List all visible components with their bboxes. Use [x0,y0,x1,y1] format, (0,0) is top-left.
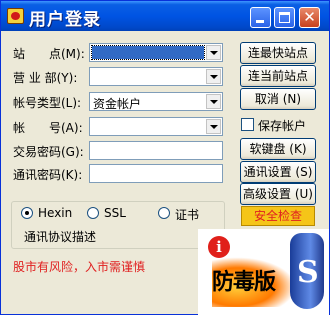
chevron-down-icon[interactable] [206,119,221,134]
branch-select[interactable] [89,67,223,86]
security-check-button[interactable]: 安全检查 [241,206,315,226]
login-window: 用户登录 ✕ 站 点(M): 营 业 部(Y): 帐号类型(L): 帐 号(A)… [0,0,330,315]
radio-cert[interactable] [158,207,170,219]
site-select[interactable] [89,43,223,62]
account-type-value: 资金帐户 [93,97,142,111]
app-logo-icon [7,8,24,24]
site-label: 站 点(M): [13,47,85,61]
connect-fastest-site-button[interactable]: 连最快站点 [240,42,316,64]
maximize-icon [279,12,290,23]
risk-warning: 股市有风险，入市需谨慎 [13,260,146,274]
comm-password-label: 通讯密码(K): [13,168,83,182]
minimize-icon [256,20,264,23]
connect-current-site-button[interactable]: 连当前站点 [240,65,316,87]
window-title: 用户登录 [29,10,101,30]
badge-text: 防毒版 [212,270,276,295]
maximize-button[interactable] [274,7,295,28]
title-bar: 用户登录 ✕ [1,1,329,31]
shield-icon [290,233,324,309]
chevron-down-icon[interactable] [206,45,221,60]
account-type-select[interactable]: 资金帐户 [89,92,223,111]
antivirus-badge: i 防毒版 [198,229,329,315]
close-button[interactable]: ✕ [299,7,320,28]
radio-hexin[interactable] [21,207,33,219]
radio-ssl-label: SSL [104,206,126,220]
branch-label: 营 业 部(Y): [13,71,78,85]
close-icon: ✕ [303,8,316,26]
protocol-description: 通讯协议描述 [24,230,97,244]
minimize-button[interactable] [250,7,271,28]
radio-hexin-label: Hexin [38,206,73,220]
save-account-label: 保存帐户 [258,119,307,133]
account-select[interactable] [89,117,223,136]
save-account-checkbox[interactable] [241,118,254,131]
radio-ssl[interactable] [87,207,99,219]
comm-password-field[interactable] [89,164,223,183]
info-icon: i [208,236,230,258]
trade-password-field[interactable] [89,141,223,160]
comm-settings-button[interactable]: 通讯设置 (S) [240,161,316,183]
chevron-down-icon[interactable] [206,69,221,84]
trade-password-label: 交易密码(G): [13,145,84,159]
selection-highlight [91,45,205,60]
protocol-group: Hexin SSL 证书 通讯协议描述 [11,201,225,249]
radio-cert-label: 证书 [175,208,200,222]
chevron-down-icon[interactable] [206,94,221,109]
account-type-label: 帐号类型(L): [13,96,82,110]
soft-keyboard-button[interactable]: 软键盘 (K) [240,138,316,160]
advanced-settings-button[interactable]: 高级设置 (U) [240,183,316,205]
cancel-button[interactable]: 取消 (N) [240,88,316,110]
account-label: 帐 号(A): [13,121,83,135]
